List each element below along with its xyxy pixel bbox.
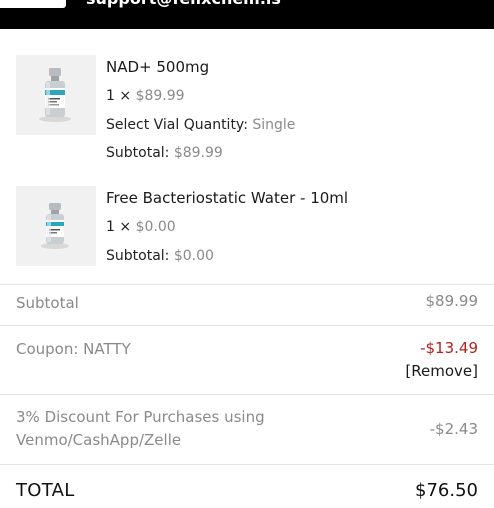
divider xyxy=(0,464,494,465)
vial-icon xyxy=(16,186,96,266)
subtotal-row-label: Subtotal xyxy=(16,294,79,312)
divider xyxy=(0,284,494,285)
subtotal-label: Subtotal: xyxy=(106,248,170,264)
remove-coupon-link[interactable]: [Remove] xyxy=(405,362,478,380)
subtotal-value: $89.99 xyxy=(173,145,223,161)
discount-label-line1: 3% Discount For Purchases using xyxy=(16,408,265,426)
header-button[interactable] xyxy=(0,0,66,8)
subtotal-value: $0.00 xyxy=(173,248,214,264)
item-price: $0.00 xyxy=(135,219,176,235)
item-title[interactable]: Free Bacteriostatic Water - 10ml xyxy=(106,189,348,207)
coupon-value: -$13.49 xyxy=(420,339,478,357)
top-header-bar: support@felixchem.is xyxy=(0,0,494,29)
item-quantity-price: 1 × $89.99 xyxy=(106,88,185,104)
item-qty: 1 xyxy=(106,88,115,104)
coupon-label: Coupon: NATTY xyxy=(16,340,131,358)
option-label: Select Vial Quantity: xyxy=(106,117,248,133)
option-value: Single xyxy=(252,117,296,133)
times-sign: × xyxy=(119,219,132,235)
item-title[interactable]: NAD+ 500mg xyxy=(106,58,209,76)
item-option: Select Vial Quantity: Single xyxy=(106,117,295,133)
divider xyxy=(0,325,494,326)
cart-item: Free Bacteriostatic Water - 10ml 1 × $0.… xyxy=(16,186,486,268)
item-price: $89.99 xyxy=(135,88,185,104)
times-sign: × xyxy=(119,88,132,104)
total-label: TOTAL xyxy=(16,480,75,501)
subtotal-row-value: $89.99 xyxy=(425,292,479,310)
divider xyxy=(0,394,494,395)
subtotal-label: Subtotal: xyxy=(106,145,170,161)
item-qty: 1 xyxy=(106,219,115,235)
payment-discount-label: 3% Discount For Purchases using Venmo/Ca… xyxy=(16,406,265,452)
item-subtotal: Subtotal: $89.99 xyxy=(106,145,223,161)
vial-icon xyxy=(16,55,96,135)
discount-label-line2: Venmo/CashApp/Zelle xyxy=(16,431,182,449)
payment-discount-value: -$2.43 xyxy=(429,420,478,438)
product-image xyxy=(16,55,96,135)
item-quantity-price: 1 × $0.00 xyxy=(106,219,176,235)
support-email[interactable]: support@felixchem.is xyxy=(86,0,281,9)
total-value: $76.50 xyxy=(415,480,478,501)
product-image xyxy=(16,186,96,266)
cart-item: NAD+ 500mg 1 × $89.99 Select Vial Quanti… xyxy=(16,55,486,165)
item-subtotal: Subtotal: $0.00 xyxy=(106,248,214,264)
